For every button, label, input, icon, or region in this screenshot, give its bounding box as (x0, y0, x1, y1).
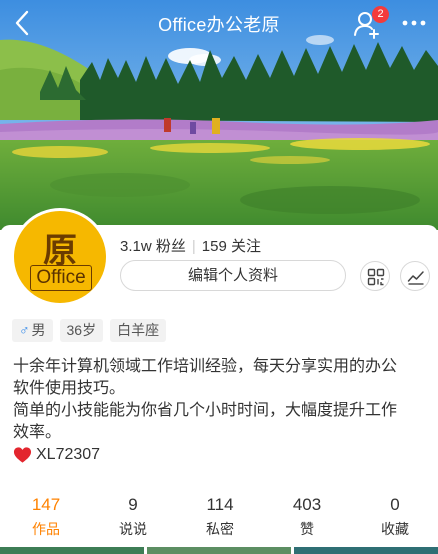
edit-profile-button[interactable]: 编辑个人资料 (120, 260, 346, 291)
cover-banner: Office办公老原 2 (0, 0, 438, 230)
tab-works[interactable]: 147 作品 (11, 494, 81, 539)
bio-line: 简单的小技能能为你省几个小时时间，大幅度提升工作 (13, 402, 398, 419)
content-thumbnails (0, 547, 438, 554)
gender-tag: ♂ 男 (12, 319, 53, 342)
stat-label: 说说 (119, 521, 147, 537)
tab-private[interactable]: 114 私密 (185, 494, 255, 539)
fans-label: 粉丝 (155, 238, 186, 255)
thumbnail[interactable] (294, 547, 438, 554)
stat-label: 私密 (206, 521, 234, 537)
avatar-image: 原 Office (14, 211, 106, 303)
zodiac-tag: 白羊座 (110, 319, 167, 342)
thumbnail[interactable] (147, 547, 291, 554)
avatar-word: Office (30, 265, 92, 291)
top-bar: Office办公老原 2 (0, 0, 438, 46)
following-label: 关注 (230, 238, 261, 255)
heart-icon (13, 447, 32, 463)
more-dots-icon (402, 20, 426, 26)
age-tag: 36岁 (59, 319, 104, 342)
bio-id-text: XL72307 (36, 446, 101, 463)
male-icon: ♂ (19, 322, 30, 338)
stat-label: 赞 (300, 521, 314, 537)
back-button[interactable] (8, 8, 38, 38)
bio-line: 十余年计算机领域工作培训经验，每天分享实用的办公 (13, 358, 398, 375)
trend-chart-icon (407, 271, 424, 285)
tab-posts[interactable]: 9 说说 (98, 494, 168, 539)
profile-tags: ♂ 男 36岁 白羊座 (12, 319, 167, 342)
qr-code-icon (367, 268, 385, 286)
bio: 十余年计算机领域工作培训经验，每天分享实用的办公 软件使用技巧。 简单的小技能能… (13, 356, 433, 466)
thumbnail[interactable] (0, 547, 144, 554)
gender-label: 男 (31, 322, 46, 338)
following-count: 159 (201, 238, 227, 255)
stat-label: 收藏 (381, 521, 409, 537)
notification-badge: 2 (372, 6, 389, 23)
stat-value: 114 (206, 495, 234, 514)
data-analytics-button[interactable] (400, 261, 430, 291)
stat-value: 0 (390, 495, 400, 514)
bio-line: 效率。 (13, 424, 62, 441)
more-button[interactable] (398, 8, 430, 38)
tab-likes[interactable]: 403 赞 (272, 494, 342, 539)
tab-favorites[interactable]: 0 收藏 (360, 494, 430, 539)
stat-label: 作品 (32, 521, 60, 537)
stat-value: 147 (31, 495, 61, 514)
qr-code-button[interactable] (360, 261, 390, 291)
stat-value: 9 (128, 495, 138, 514)
avatar[interactable]: 原 Office (11, 208, 109, 306)
chevron-left-icon (15, 10, 29, 36)
bio-id-line: XL72307 (13, 444, 433, 466)
content-stats: 147 作品 9 说说 114 私密 403 赞 0 收藏 (0, 494, 438, 542)
fans-link[interactable]: 3.1w 粉丝 (120, 238, 186, 255)
stat-value: 403 (292, 495, 322, 514)
following-link[interactable]: 159 关注 (202, 238, 261, 255)
fans-count: 3.1w (120, 238, 152, 255)
bio-line: 软件使用技巧。 (13, 380, 126, 397)
divider: | (191, 238, 196, 255)
follow-stats: 3.1w 粉丝 | 159 关注 (120, 235, 261, 256)
